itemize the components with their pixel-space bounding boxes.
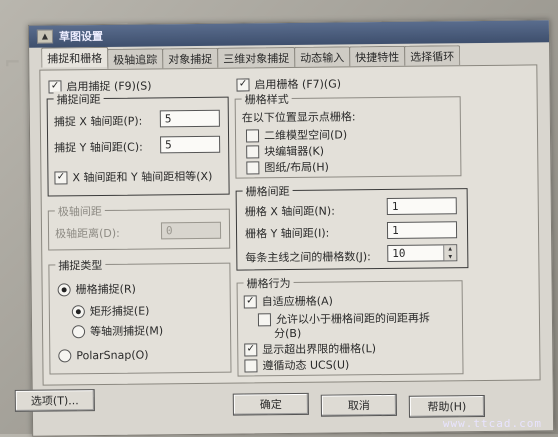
grid-y-input[interactable]: 1 [386, 221, 458, 239]
help-button[interactable]: 帮助(H) [408, 394, 485, 418]
grid-x-label: 栅格 X 轴间距(N): [244, 204, 335, 219]
grid-style-title: 栅格样式 [241, 90, 292, 108]
grid-y-label: 栅格 Y 轴间距(I): [244, 226, 330, 241]
tab-dynamic-input[interactable]: 动态输入 [294, 46, 351, 67]
iso-snap-label: 等轴测捕捉(M) [90, 324, 164, 339]
snap-type-title: 捕捉类型 [55, 256, 106, 274]
equal-spacing-label: X 轴间距和 Y 轴间距相等(X) [72, 169, 213, 185]
tab-3d-object-snap[interactable]: 三维对象捕捉 [217, 46, 296, 68]
equal-spacing-checkbox[interactable]: ✓ [54, 170, 68, 184]
iso-snap-option[interactable]: 等轴测捕捉(M) [72, 322, 163, 339]
drafting-settings-dialog: ▲ 草图设置 捕捉和栅格 极轴追踪 对象捕捉 三维对象捕捉 动态输入 快捷特性 … [14, 19, 555, 437]
snap-x-input[interactable]: 5 [159, 109, 220, 128]
grid-behavior-group: 栅格行为 ✓ 自适应栅格(A) 允许以小于栅格间距的间距再拆 分(B) ✓ 显示… [236, 274, 464, 377]
ok-button[interactable]: 确定 [232, 392, 309, 416]
subdivide-checkbox[interactable] [257, 312, 272, 326]
polar-distance-label: 极轴距离(D): [54, 226, 120, 241]
tab-selection-cycling[interactable]: 选择循环 [404, 45, 461, 66]
follow-ucs-checkbox[interactable] [244, 358, 258, 372]
snap-type-group: 捕捉类型 栅格捕捉(R) 矩形捕捉(E) 等轴测捕捉(M) PolarSnap(… [48, 256, 232, 375]
grid-sheet-row[interactable]: 图纸/布局(H) [246, 159, 329, 176]
subdivide-label-cont: 分(B) [274, 326, 302, 341]
title-bar: ▲ 草图设置 [28, 20, 550, 48]
dialog-title: 草图设置 [58, 29, 104, 44]
grid-spacing-title: 栅格间距 [242, 182, 293, 200]
enable-grid-checkbox[interactable]: ✓ [236, 77, 250, 92]
grid-style-group: 栅格样式 在以下位置显示点栅格: 二维模型空间(D) 块编辑器(K) 图纸/布局… [234, 90, 462, 179]
grid-block-checkbox[interactable] [246, 144, 260, 158]
grid-style-caption: 在以下位置显示点栅格: [241, 110, 356, 125]
grid-spacing-group: 栅格间距 栅格 X 轴间距(N): 1 栅格 Y 轴间距(I): 1 每条主线之… [235, 182, 469, 271]
grid-major-input[interactable]: 10 ▲ ▼ [387, 244, 458, 262]
polar-snap-label: PolarSnap(O) [76, 348, 149, 363]
grid-2d-label: 二维模型空间(D) [263, 128, 348, 143]
grid-behavior-title: 栅格行为 [243, 274, 294, 292]
tab-quick-properties[interactable]: 快捷特性 [349, 45, 406, 67]
enable-grid-row[interactable]: ✓ 启用栅格 (F7)(G) [236, 75, 341, 92]
rect-snap-option[interactable]: 矩形捕捉(E) [71, 302, 150, 319]
grid-snap-label: 栅格捕捉(R) [75, 282, 136, 297]
grid-major-value: 10 [392, 246, 406, 260]
grid-block-row[interactable]: 块编辑器(K) [246, 143, 324, 160]
beyond-limits-checkbox[interactable]: ✓ [244, 342, 258, 356]
grid-block-label: 块编辑器(K) [264, 144, 325, 159]
cancel-button[interactable]: 取消 [320, 393, 397, 417]
polar-distance-input[interactable]: 0 [160, 221, 222, 240]
iso-snap-radio[interactable] [72, 324, 86, 338]
polar-snap-option[interactable]: PolarSnap(O) [58, 348, 149, 363]
adaptive-grid-row[interactable]: ✓ 自适应栅格(A) [243, 293, 333, 310]
polar-spacing-group: 极轴间距 极轴距离(D): 0 [47, 202, 231, 251]
spinner-arrows-icon[interactable]: ▲ ▼ [443, 245, 457, 261]
snap-x-label: 捕捉 X 轴间距(P): [53, 114, 143, 129]
rect-snap-label: 矩形捕捉(E) [89, 304, 150, 319]
grid-2d-row[interactable]: 二维模型空间(D) [245, 126, 348, 143]
snap-grid-panel: ✓ 启用捕捉 (F9)(S) 捕捉间距 捕捉 X 轴间距(P): 5 捕捉 Y … [39, 64, 541, 386]
grid-2d-checkbox[interactable] [245, 128, 260, 142]
adaptive-grid-checkbox[interactable]: ✓ [243, 294, 257, 308]
equal-spacing-row[interactable]: ✓ X 轴间距和 Y 轴间距相等(X) [54, 168, 212, 186]
tab-object-snap[interactable]: 对象捕捉 [162, 47, 219, 69]
snap-spacing-group: 捕捉间距 捕捉 X 轴间距(P): 5 捕捉 Y 轴间距(C): 5 ✓ X 轴… [46, 90, 230, 197]
grid-snap-radio[interactable] [57, 282, 71, 296]
grid-snap-option[interactable]: 栅格捕捉(R) [57, 281, 136, 298]
grid-sheet-checkbox[interactable] [246, 160, 260, 174]
polar-snap-radio[interactable] [58, 349, 72, 363]
follow-ucs-row[interactable]: 遵循动态 UCS(U) [244, 356, 349, 373]
grid-major-label: 每条主线之间的栅格数(J): [245, 250, 371, 265]
app-icon: ▲ [36, 29, 54, 44]
beyond-limits-row[interactable]: ✓ 显示超出界限的栅格(L) [244, 340, 376, 357]
snap-spacing-title: 捕捉间距 [53, 90, 104, 108]
snap-y-input[interactable]: 5 [160, 135, 221, 154]
beyond-limits-label: 显示超出界限的栅格(L) [262, 342, 377, 357]
adaptive-grid-label: 自适应栅格(A) [261, 294, 333, 309]
grid-sheet-label: 图纸/布局(H) [264, 160, 329, 175]
polar-spacing-title: 极轴间距 [54, 202, 105, 220]
snap-y-label: 捕捉 Y 轴间距(C): [54, 140, 143, 155]
site-watermark: www.ttcad.com [442, 417, 542, 430]
tab-snap-grid[interactable]: 捕捉和栅格 [41, 46, 109, 68]
grid-x-input[interactable]: 1 [386, 197, 457, 215]
options-button[interactable]: 选项(T)... [14, 389, 95, 412]
rect-snap-radio[interactable] [71, 304, 85, 318]
follow-ucs-label: 遵循动态 UCS(U) [262, 358, 350, 373]
background-glyph: ⌐ [4, 50, 21, 74]
tab-polar-tracking[interactable]: 极轴追踪 [107, 48, 164, 69]
enable-grid-label: 启用栅格 (F7)(G) [254, 77, 342, 92]
